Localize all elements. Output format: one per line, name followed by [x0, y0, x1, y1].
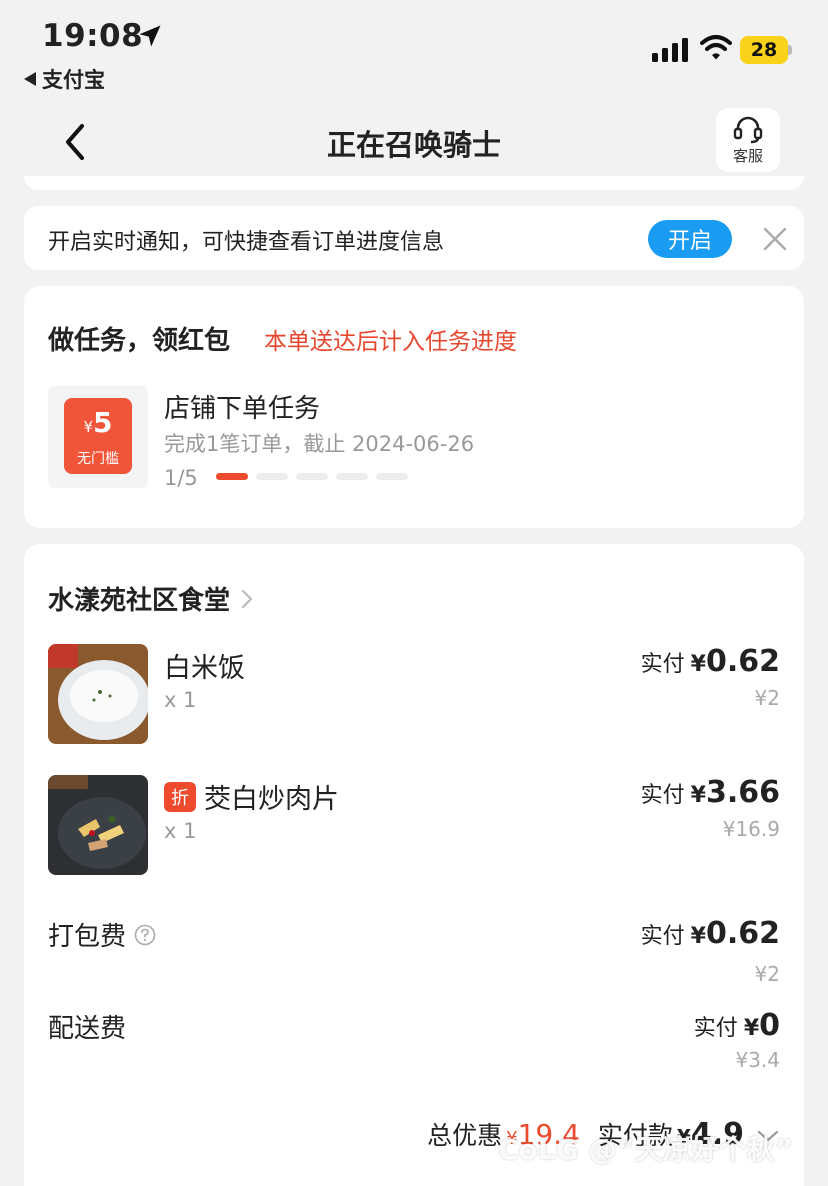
- task-title: 做任务，领红包: [48, 326, 231, 356]
- paid-label: 实付: [640, 924, 685, 949]
- status-time: 19:08: [42, 18, 144, 54]
- paid-label: 实付: [640, 652, 685, 677]
- fee-name-text: 打包费: [48, 922, 127, 952]
- close-icon[interactable]: [762, 226, 788, 252]
- battery-level: 28: [740, 36, 788, 64]
- task-note: 本单送达后计入任务进度: [264, 329, 517, 355]
- item-paid-price: 实付 ¥0.62: [641, 644, 780, 679]
- location-arrow-icon: [139, 25, 161, 47]
- paid-currency: ¥: [743, 1016, 760, 1041]
- coupon-value: 5: [93, 406, 113, 439]
- item-quantity: x 1: [164, 819, 197, 843]
- item-paid-price: 实付 ¥3.66: [641, 775, 780, 810]
- paid-amount: 0.62: [705, 644, 780, 679]
- coupon-amount: ¥5: [64, 406, 132, 439]
- wifi-icon: [700, 35, 732, 60]
- page-title: 正在召唤骑士: [326, 128, 501, 162]
- notification-text: 开启实时通知，可快捷查看订单进度信息: [48, 230, 445, 255]
- coupon-tag: 无门槛: [77, 451, 119, 467]
- coupon-thumbnail: ¥5 无门槛: [48, 386, 148, 488]
- stir-fry-dish-image: [48, 775, 148, 875]
- task-description: 完成1笔订单，截止 2024-06-26: [164, 432, 475, 456]
- battery-indicator: 28: [740, 36, 792, 64]
- shop-link[interactable]: 水漾苑社区食堂: [48, 580, 256, 617]
- fee-paid-price: 实付 ¥0.62: [641, 916, 780, 951]
- headset-icon: [733, 116, 763, 144]
- item-name: 折 茭白炒肉片: [164, 777, 339, 816]
- original-price: ¥2: [754, 686, 780, 710]
- back-triangle-icon: [24, 72, 36, 86]
- task-progress-text: 1/5: [164, 466, 198, 490]
- discount-badge: 折: [164, 781, 196, 812]
- paid-amount: 0: [759, 1008, 780, 1043]
- back-to-app-link[interactable]: 支付宝: [24, 64, 105, 94]
- item-name-text: 茭白炒肉片: [204, 784, 339, 815]
- chevron-right-icon: [241, 589, 253, 608]
- paid-amount: 0.62: [705, 916, 780, 951]
- paid-currency: ¥: [690, 652, 706, 677]
- shop-name: 水漾苑社区食堂: [48, 586, 231, 616]
- task-progress-bar: [216, 473, 408, 480]
- packaging-fee-row: 打包费 实付 ¥0.62 ¥2: [48, 916, 780, 986]
- total-discount-label: 总优惠: [427, 1121, 503, 1150]
- previous-card-edge: [24, 176, 804, 190]
- fee-name: 配送费: [48, 1008, 126, 1045]
- coupon-currency: ¥: [83, 418, 94, 436]
- watermark: CoLG @“天凉好个秋”: [498, 1133, 794, 1166]
- task-name: 店铺下单任务: [164, 394, 321, 424]
- progress-segment: [296, 473, 328, 480]
- back-app-label: 支付宝: [42, 68, 105, 92]
- item-name-text: 白米饭: [164, 653, 245, 684]
- item-name: 白米饭: [164, 646, 245, 685]
- original-price: ¥3.4: [735, 1048, 780, 1072]
- delivery-fee-row: 配送费 实付 ¥0 ¥3.4: [48, 1008, 780, 1078]
- original-price: ¥16.9: [722, 817, 780, 841]
- paid-amount: 3.66: [705, 775, 780, 810]
- order-card: 水漾苑社区食堂 白米饭 x 1 实付 ¥0.62 ¥2 折 茭白炒肉片 x 1 …: [24, 544, 804, 1186]
- help-circle-icon[interactable]: [134, 924, 156, 946]
- task-card: 做任务，领红包 本单送达后计入任务进度 ¥5 无门槛 店铺下单任务 完成1笔订单…: [24, 286, 804, 528]
- original-price: ¥2: [754, 962, 780, 986]
- customer-service-label: 客服: [732, 147, 763, 165]
- item-quantity: x 1: [164, 688, 197, 712]
- status-bar: 19:08 支付宝 28: [0, 0, 828, 100]
- fee-name: 打包费: [48, 916, 156, 953]
- cellular-signal-icon: [652, 38, 688, 62]
- fee-paid-price: 实付 ¥0: [694, 1008, 780, 1043]
- progress-segment: [376, 473, 408, 480]
- progress-segment: [256, 473, 288, 480]
- order-item[interactable]: 白米饭 x 1 实付 ¥0.62 ¥2: [48, 644, 780, 744]
- nav-bar: 正在召唤骑士 客服: [0, 100, 828, 184]
- progress-segment: [336, 473, 368, 480]
- paid-currency: ¥: [690, 783, 706, 808]
- red-envelope-icon: ¥5 无门槛: [64, 398, 132, 474]
- order-item[interactable]: 折 茭白炒肉片 x 1 实付 ¥3.66 ¥16.9: [48, 775, 780, 875]
- notification-banner: 开启实时通知，可快捷查看订单进度信息 开启: [24, 206, 804, 270]
- rice-dish-image: [48, 644, 148, 744]
- enable-notification-button[interactable]: 开启: [648, 220, 732, 258]
- paid-currency: ¥: [690, 924, 706, 949]
- paid-label: 实付: [693, 1016, 738, 1041]
- fee-name-text: 配送费: [48, 1014, 127, 1044]
- customer-service-button[interactable]: 客服: [716, 108, 780, 172]
- battery-nub: [788, 45, 792, 55]
- paid-label: 实付: [640, 783, 685, 808]
- progress-segment: [216, 473, 248, 480]
